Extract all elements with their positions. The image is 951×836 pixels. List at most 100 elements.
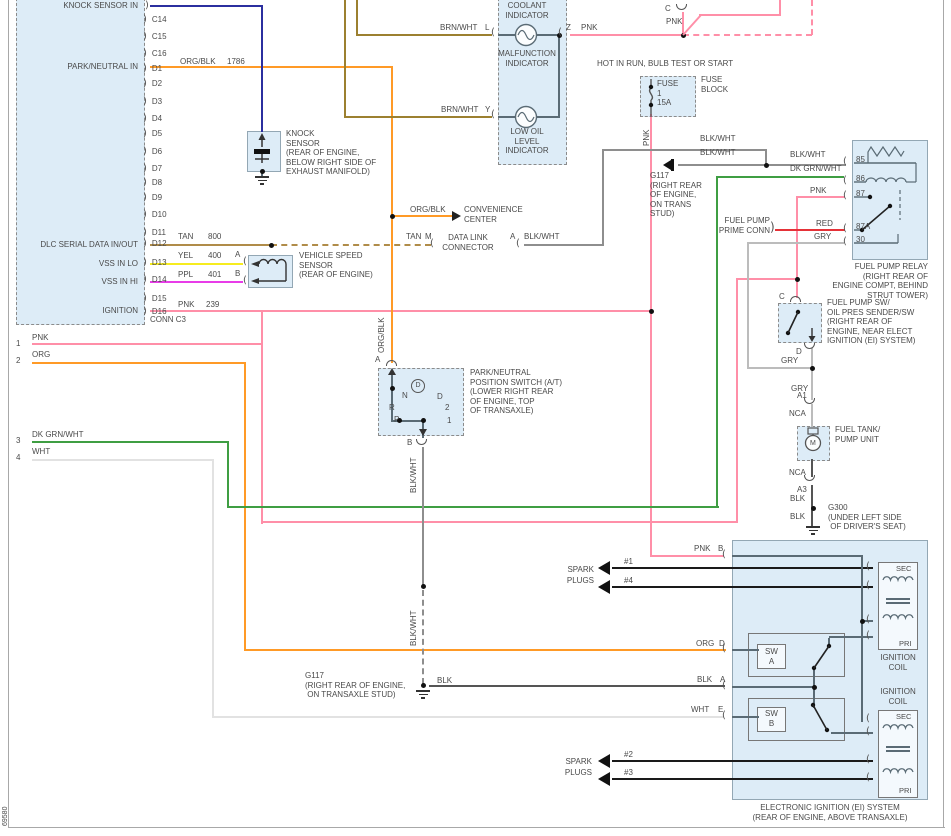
pin-label: D12 <box>152 239 167 248</box>
wire-segment <box>537 116 559 118</box>
pcm-pin-c15: )C15 <box>143 26 167 44</box>
pn-pos-2: 2 <box>445 403 449 413</box>
wire-segment <box>150 5 263 7</box>
pin-label: D10 <box>152 210 167 219</box>
pn-pos-p: P <box>394 415 399 425</box>
wire-segment <box>796 196 845 198</box>
spark2-label: #2 <box>624 750 633 760</box>
wire4-color: WHT <box>32 447 50 457</box>
g117-top-label: G117 (RIGHT REAR OF ENGINE, ON TRANS STU… <box>650 171 702 219</box>
wire-segment <box>732 716 759 718</box>
wire-segment <box>422 447 424 587</box>
coil2-pri-label: PRI <box>899 786 912 796</box>
ei-pin-b: B <box>718 544 723 554</box>
wire-segment <box>650 555 724 557</box>
wire-segment <box>612 567 873 569</box>
sw-a-label: SW A <box>757 647 786 666</box>
pn-pos-d: D <box>437 392 443 402</box>
relay-pin-86: 86 <box>856 174 865 184</box>
connector-bracket: ( <box>243 257 247 267</box>
wire3-color: DK GRN/WHT <box>32 430 84 440</box>
wire-segment <box>699 14 780 16</box>
pin-bracket-icon: ) <box>143 306 147 317</box>
connector-bracket: ( <box>843 237 847 247</box>
dlc-pin-a: A <box>510 232 515 242</box>
pin-bracket-icon: ) <box>143 14 147 25</box>
dlc-label: DATA LINK CONNECTOR <box>441 233 495 252</box>
wire-segment <box>861 555 863 722</box>
wire-segment <box>212 716 724 718</box>
coolant-malfunction-bulb-icon <box>512 21 540 49</box>
dlc-out-wire-label: BLK/WHT <box>524 232 560 242</box>
connector-bracket: ( <box>491 110 495 120</box>
ground-icon <box>416 690 430 692</box>
connector-bracket: ( <box>866 714 870 724</box>
ground-icon <box>260 183 264 185</box>
orgblk-vertical-label: ORG/BLK <box>377 317 387 353</box>
pn-switch-up-arrow <box>388 368 396 375</box>
pcm-pin-d3: )D3 <box>143 91 162 109</box>
pin-l-label: L <box>485 23 489 33</box>
spark-plugs-top-label: SPARK PLUGS <box>548 564 594 586</box>
relay-wire-30-label: GRY <box>814 232 831 242</box>
connector-bracket: ( <box>843 176 847 186</box>
wire-segment <box>748 242 844 244</box>
pnk-top-label: PNK <box>666 17 682 27</box>
wire-segment <box>732 555 863 557</box>
relay-caption: FUEL PUMP RELAY (RIGHT REAR OF ENGINE CO… <box>790 262 928 300</box>
d13-wire-label: YEL <box>178 251 193 261</box>
connector-bracket: ( <box>843 157 847 167</box>
oil-pressure-switch-icon <box>780 305 820 349</box>
wire-segment <box>32 441 229 443</box>
vss-pin-a: A <box>235 250 240 260</box>
sw-b-label: SW B <box>757 709 786 728</box>
wire-segment <box>747 367 813 369</box>
convenience-center-arrow <box>452 211 461 221</box>
connector-bracket: ( <box>866 755 870 765</box>
prime-conn-bracket: ) <box>770 222 775 232</box>
fuel-sw-pin-c: C <box>779 292 785 302</box>
vss-coil-icon <box>250 257 292 286</box>
fuse-label: FUSE 1 15A <box>657 79 678 108</box>
conn-c3-label: CONN C3 <box>150 315 186 325</box>
relay-pin-85: 85 <box>856 155 865 165</box>
connector-bracket: ( <box>866 581 870 591</box>
wire-segment <box>747 242 749 369</box>
relay-pin-30: 30 <box>856 235 865 245</box>
junction-dot <box>812 685 817 690</box>
coil2-pri-winding-icon <box>881 764 915 778</box>
blkwht-label-2: BLK/WHT <box>700 148 736 158</box>
wire-segment <box>8 827 945 828</box>
wire-segment <box>261 521 738 523</box>
pcm-input-label: IGNITION <box>18 306 138 315</box>
fuse-icon <box>645 79 657 117</box>
dlc-pin-m: M <box>425 232 432 242</box>
wire-segment <box>570 34 683 36</box>
g117-bottom-label: G117 (RIGHT REAR OF ENGINE, ON TRANSAXLE… <box>305 671 405 700</box>
malfunction-indicator-label: MALFUNCTION INDICATOR <box>493 49 561 68</box>
pnk-z-label: PNK <box>581 23 597 33</box>
dlc-wire-label: TAN <box>406 232 421 242</box>
connector-arc-icon <box>676 4 687 10</box>
wire-segment <box>775 229 845 231</box>
wire2-color: ORG <box>32 350 50 360</box>
nca-label-2: NCA <box>789 468 806 478</box>
spark4-label: #4 <box>624 576 633 586</box>
junction-dot <box>421 584 426 589</box>
wire1-number: 1 <box>16 339 20 349</box>
pn-pos-n: N <box>402 391 408 401</box>
wire-segment <box>227 506 719 508</box>
pn-pin-b: B <box>407 438 412 448</box>
coil1-pri-winding-icon <box>881 610 915 624</box>
fuse-block-label: FUSE BLOCK <box>701 75 728 94</box>
ei-org-label: ORG <box>696 639 714 649</box>
spark3-label: #3 <box>624 768 633 778</box>
pin-bracket-icon: ) <box>143 192 147 203</box>
pn-switch-down-arrow <box>419 429 427 436</box>
pin-bracket-icon: ) <box>143 96 147 107</box>
wire-segment <box>391 371 393 422</box>
wire-segment <box>356 0 358 36</box>
junction-dot <box>811 506 816 511</box>
pcm-pin-d10: )D10 <box>143 204 167 222</box>
pn-pin-a: A <box>375 355 380 365</box>
